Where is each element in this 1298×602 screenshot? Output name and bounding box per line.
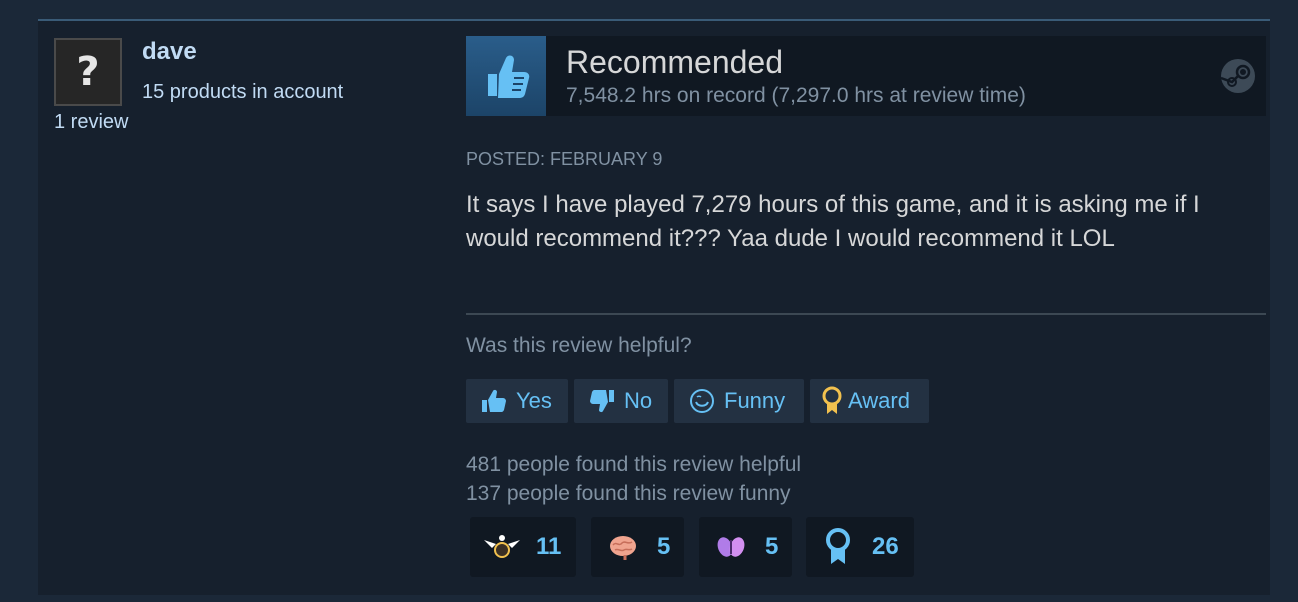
no-button[interactable]: No bbox=[574, 379, 668, 423]
winged-award-icon bbox=[482, 527, 522, 567]
award-pill[interactable]: 11 bbox=[470, 517, 576, 577]
award-count: 26 bbox=[872, 533, 899, 560]
smiley-icon bbox=[686, 386, 718, 416]
award-count: 5 bbox=[657, 533, 671, 560]
award-count: 5 bbox=[765, 533, 779, 560]
username-link[interactable]: dave bbox=[142, 38, 197, 66]
award-pill[interactable]: 5 bbox=[591, 517, 684, 577]
thumbs-up-icon bbox=[478, 386, 510, 416]
helpful-question: Was this review helpful? bbox=[466, 334, 692, 357]
steam-icon bbox=[1220, 59, 1255, 93]
divider bbox=[466, 313, 1266, 315]
award-pill[interactable]: 5 bbox=[699, 517, 792, 577]
yes-label: Yes bbox=[516, 388, 552, 413]
award-count: 11 bbox=[536, 533, 562, 560]
avatar[interactable]: ? bbox=[54, 38, 122, 106]
helpful-count: 481 people found this review helpful bbox=[466, 453, 802, 476]
recommendation-title: Recommended bbox=[566, 44, 783, 80]
butterfly-icon bbox=[711, 527, 751, 567]
thumbs-down-icon bbox=[586, 386, 618, 416]
funny-count: 137 people found this review funny bbox=[466, 482, 791, 505]
award-pill[interactable]: 26 bbox=[806, 517, 914, 577]
award-button[interactable]: Award bbox=[810, 379, 929, 423]
review-body: It says I have played 7,279 hours of thi… bbox=[466, 191, 1200, 252]
no-label: No bbox=[624, 388, 653, 413]
funny-label: Funny bbox=[724, 388, 786, 413]
products-count-link[interactable]: 15 products in account bbox=[142, 81, 343, 104]
award-label: Award bbox=[848, 388, 910, 413]
brain-icon bbox=[603, 527, 643, 567]
hours-on-record: 7,548.2 hrs on record (7,297.0 hrs at re… bbox=[566, 84, 1026, 107]
recommendation-header[interactable]: Recommended 7,548.2 hrs on record (7,297… bbox=[466, 36, 1266, 116]
funny-button[interactable]: Funny bbox=[674, 379, 804, 423]
yes-button[interactable]: Yes bbox=[466, 379, 568, 423]
thumbs-up-icon bbox=[466, 36, 546, 116]
reviews-count-link[interactable]: 1 review bbox=[54, 111, 128, 134]
avatar-placeholder-icon: ? bbox=[76, 49, 100, 95]
ribbon-medal-icon bbox=[818, 527, 858, 567]
award-ribbon-icon bbox=[822, 386, 842, 416]
posted-date: POSTED: FEBRUARY 9 bbox=[466, 149, 663, 169]
review-card: ? dave 15 products in account 1 review R… bbox=[38, 19, 1270, 595]
